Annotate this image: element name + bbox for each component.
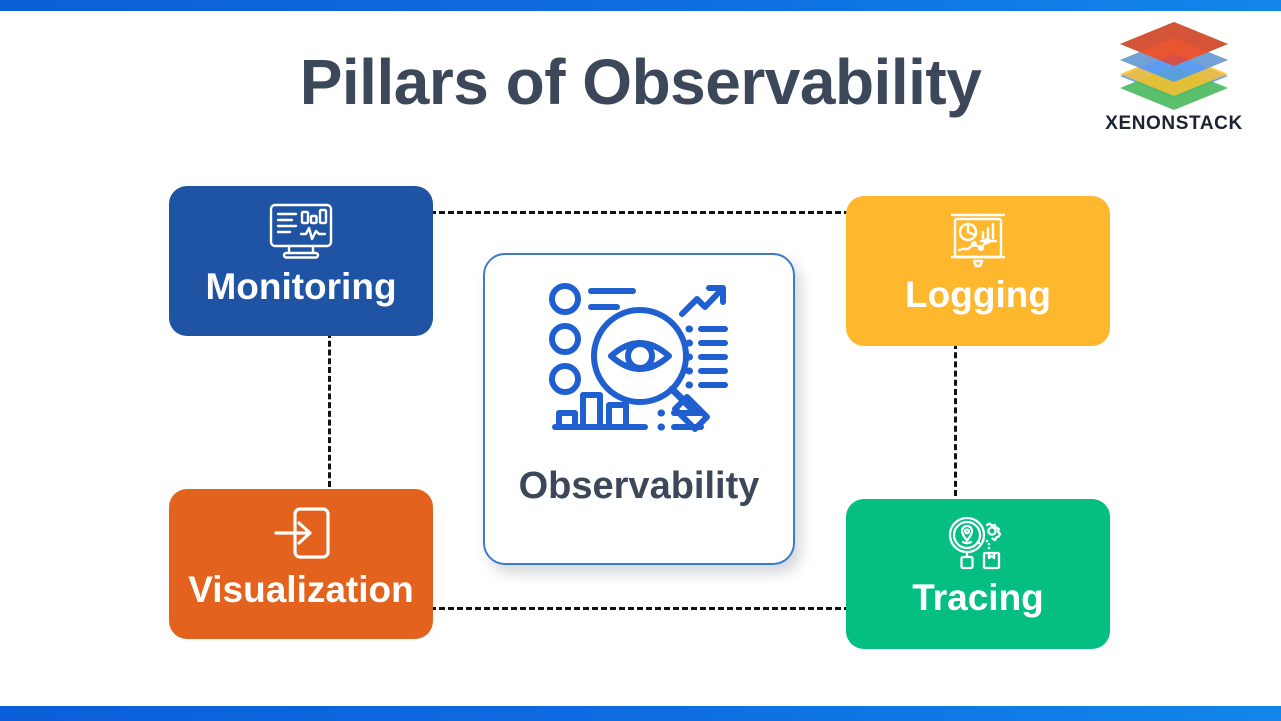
pillar-card-visualization[interactable]: Visualization	[169, 489, 433, 639]
slide-canvas: Pillars of Observability XENONSTACK Moni…	[0, 0, 1281, 721]
bottom-accent-bar	[0, 706, 1281, 721]
brand-name: XENONSTACK	[1105, 113, 1243, 134]
magnifier-location-package-icon	[948, 516, 1002, 570]
magnifier-eye-analytics-icon	[549, 283, 728, 432]
monitor-dashboard-icon	[269, 203, 333, 259]
pillar-label-monitoring: Monitoring	[205, 266, 397, 307]
pillar-card-monitoring[interactable]: Monitoring	[169, 186, 433, 336]
page-title: Pillars of Observability	[299, 46, 982, 118]
connector-logging-to-tracing	[954, 343, 957, 496]
connector-monitoring-to-visualization	[328, 332, 331, 487]
connector-visualization-to-tracing	[430, 607, 850, 610]
center-label: Observability	[518, 465, 760, 507]
pillar-label-tracing: Tracing	[912, 577, 1044, 618]
center-card-observability[interactable]: Observability	[483, 253, 795, 565]
presentation-charts-icon	[950, 213, 1006, 268]
arrow-into-box-icon	[274, 507, 330, 559]
pillar-label-logging: Logging	[905, 274, 1051, 315]
pillar-label-visualization: Visualization	[188, 569, 414, 610]
pillar-card-logging[interactable]: Logging	[846, 196, 1110, 346]
brand-logo: XENONSTACK	[1094, 16, 1254, 135]
connector-monitoring-to-logging	[430, 211, 850, 214]
stacked-layers-logo-icon	[1120, 22, 1228, 110]
top-accent-bar	[0, 0, 1281, 11]
pillar-card-tracing[interactable]: Tracing	[846, 499, 1110, 649]
